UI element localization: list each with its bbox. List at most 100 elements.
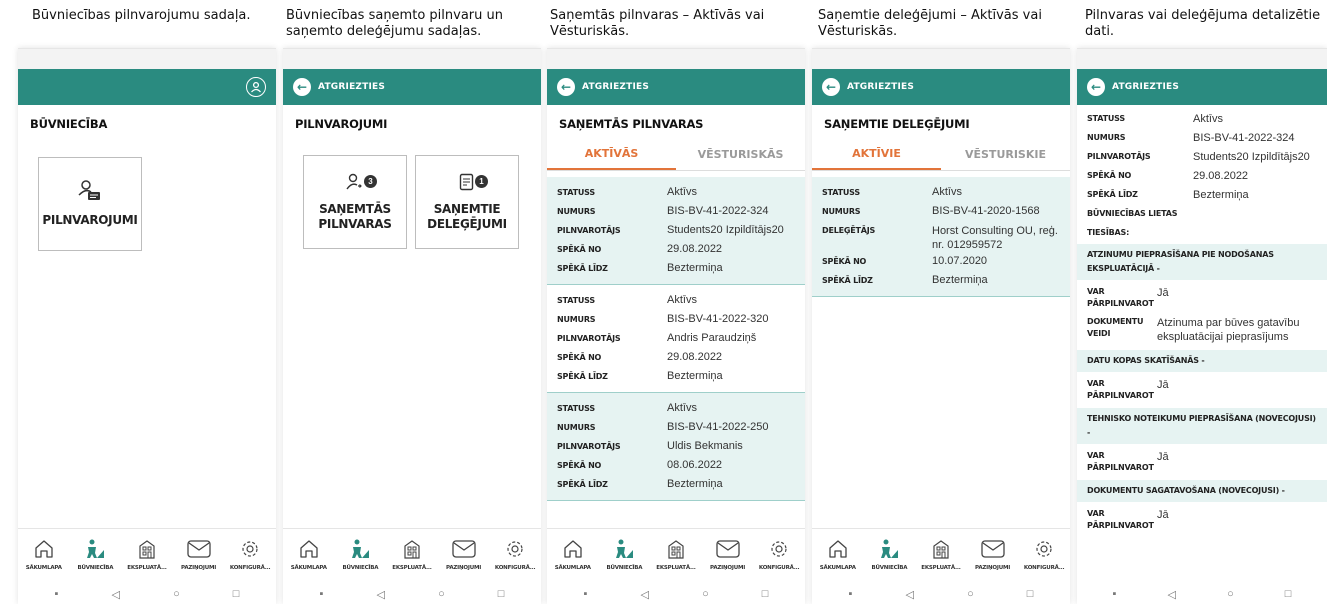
nav-label: SĀKUMLAPA <box>554 565 591 571</box>
field-label: DELEĢĒTĀJS <box>822 226 876 235</box>
tab-vesturiskie[interactable]: VĒSTURISKIE <box>941 139 1070 170</box>
nav-item-pazinojumi[interactable]: PAZIŅOJUMI <box>173 529 225 584</box>
pilnvarojumi-tile[interactable]: PILNVAROJUMI <box>38 157 142 251</box>
field-label: VAR PĀRPILNVAROT <box>1087 287 1154 308</box>
back-triangle-icon[interactable]: ◁ <box>641 588 649 601</box>
nav-item-ekspluatacija[interactable]: EKSPLUATĀ... <box>650 529 702 584</box>
nav-label: BŪVNIECĪBA <box>77 565 114 571</box>
nav-item-konfiguracija[interactable]: KONFIGURĀ... <box>224 529 276 584</box>
nav-item-pazinojumi[interactable]: PAZIŅOJUMI <box>702 529 754 584</box>
field-value: Horst Consulting OU, reģ. nr. 012959572 <box>932 225 1058 251</box>
nav-item-ekspluatacija[interactable]: EKSPLUATĀ... <box>386 529 438 584</box>
home-circle-icon[interactable]: ○ <box>967 588 974 600</box>
menu-dot-icon[interactable]: ▪ <box>584 588 588 600</box>
list-item[interactable]: STATUSS Aktīvs NUMURS BIS-BV-41-2022-324 P… <box>547 177 805 285</box>
field-value: BIS-BV-41-2022-320 <box>667 313 769 325</box>
building-icon <box>136 537 158 561</box>
back-triangle-icon[interactable]: ◁ <box>906 588 914 601</box>
mail-icon <box>186 537 212 561</box>
recents-square-icon[interactable]: □ <box>762 588 769 600</box>
nav-item-sakumlapa[interactable]: SĀKUMLAPA <box>812 529 864 584</box>
phone-screen-buvnieciba: BŪVNIECĪBA PILNVAROJUMI SĀKUMLAPA BŪVNIE… <box>18 48 276 604</box>
arrow-left-icon: ← <box>557 78 575 96</box>
list-item[interactable]: STATUSS Aktīvs NUMURS BIS-BV-41-2022-250 P… <box>547 393 805 501</box>
field-value: 29.08.2022 <box>667 351 723 363</box>
back-button[interactable]: ← ATGRIEZTIES <box>1087 78 1179 96</box>
nav-item-sakumlapa[interactable]: SĀKUMLAPA <box>18 529 70 584</box>
back-triangle-icon[interactable]: ◁ <box>112 588 120 601</box>
building-icon <box>665 537 687 561</box>
home-circle-icon[interactable]: ○ <box>702 588 709 600</box>
gear-icon <box>240 537 260 561</box>
field-value: BIS-BV-41-2022-324 <box>667 205 769 217</box>
field-label: SPĒKĀ LĪDZ <box>557 264 608 273</box>
nav-label: KONFIGURĀ... <box>229 565 271 571</box>
nav-item-konfiguracija[interactable]: KONFIGURĀ... <box>1018 529 1070 584</box>
home-circle-icon[interactable]: ○ <box>173 588 180 600</box>
home-icon <box>33 537 55 561</box>
menu-dot-icon[interactable]: ▪ <box>849 588 853 600</box>
recents-square-icon[interactable]: □ <box>233 588 240 600</box>
field-value: Aktīvs <box>667 294 697 306</box>
recents-square-icon[interactable]: □ <box>1285 588 1292 600</box>
bottom-nav: SĀKUMLAPA BŪVNIECĪBA EKSPLUATĀ... PAZIŅO… <box>18 528 276 584</box>
nav-item-buvnieciba[interactable]: BŪVNIECĪBA <box>70 529 122 584</box>
field-value: Jā <box>1157 287 1169 299</box>
back-button[interactable]: ← ATGRIEZTIES <box>293 78 385 96</box>
nav-label: SĀKUMLAPA <box>819 565 856 571</box>
menu-dot-icon[interactable]: ▪ <box>1113 588 1117 600</box>
bottom-nav: SĀKUMLAPA BŪVNIECĪBA EKSPLUATĀ... PAZIŅO… <box>283 528 541 584</box>
menu-dot-icon[interactable]: ▪ <box>320 588 324 600</box>
back-triangle-icon[interactable]: ◁ <box>1168 588 1176 601</box>
nav-item-ekspluatacija[interactable]: EKSPLUATĀ... <box>121 529 173 584</box>
list-item[interactable]: STATUSS Aktīvs NUMURS BIS-BV-41-2022-320 P… <box>547 285 805 393</box>
nav-item-sakumlapa[interactable]: SĀKUMLAPA <box>547 529 599 584</box>
nav-label: SĀKUMLAPA <box>290 565 327 571</box>
nav-item-sakumlapa[interactable]: SĀKUMLAPA <box>283 529 335 584</box>
tab-aktivas[interactable]: AKTĪVĀS <box>547 139 676 170</box>
rights-section-datu-kopas: DATU KOPAS SKATĪŠANĀS - <box>1077 350 1327 372</box>
field-value: BIS-BV-41-2022-324 <box>1193 132 1295 144</box>
nav-item-buvnieciba[interactable]: BŪVNIECĪBA <box>599 529 651 584</box>
menu-dot-icon[interactable]: ▪ <box>55 588 59 600</box>
pilnvaras-list: STATUSS Aktīvs NUMURS BIS-BV-41-2022-324 P… <box>547 177 805 528</box>
home-circle-icon[interactable]: ○ <box>1227 588 1234 600</box>
nav-item-konfiguracija[interactable]: KONFIGURĀ... <box>489 529 541 584</box>
field-label: SPĒKĀ NO <box>822 257 867 266</box>
field-label: SPĒKĀ LĪDZ <box>1087 190 1138 199</box>
nav-item-ekspluatacija[interactable]: EKSPLUATĀ... <box>915 529 967 584</box>
field-value: Beztermiņa <box>667 478 723 490</box>
tile-label-line1: SAŅEMTĀS <box>319 201 391 216</box>
nav-item-buvnieciba[interactable]: BŪVNIECĪBA <box>864 529 916 584</box>
home-circle-icon[interactable]: ○ <box>438 588 445 600</box>
recents-square-icon[interactable]: □ <box>1027 588 1034 600</box>
nav-item-buvnieciba[interactable]: BŪVNIECĪBA <box>335 529 387 584</box>
nav-label: EKSPLUATĀ... <box>127 565 167 571</box>
mail-icon <box>715 537 741 561</box>
caption-4: Saņemtie deleģējumi – Aktīvās vai Vēstur… <box>818 8 1042 39</box>
field-value: 29.08.2022 <box>1193 170 1249 182</box>
back-label: ATGRIEZTIES <box>847 82 915 92</box>
tab-vesturiskas[interactable]: VĒSTURISKĀS <box>676 139 805 170</box>
tab-aktivie[interactable]: AKTĪVIE <box>812 139 941 170</box>
recents-square-icon[interactable]: □ <box>498 588 505 600</box>
nav-item-pazinojumi[interactable]: PAZIŅOJUMI <box>967 529 1019 584</box>
system-nav-bar: ▪ ◁ ○ □ <box>1077 584 1327 604</box>
nav-item-pazinojumi[interactable]: PAZIŅOJUMI <box>438 529 490 584</box>
tile-label-line2: PILNVARAS <box>318 216 392 231</box>
back-triangle-icon[interactable]: ◁ <box>377 588 385 601</box>
back-button[interactable]: ← ATGRIEZTIES <box>557 78 649 96</box>
list-item[interactable]: STATUSS Aktīvs NUMURS BIS-BV-41-2020-1568 … <box>812 177 1070 297</box>
sanemtas-pilnvaras-tile[interactable]: 3 SAŅEMTĀS PILNVARAS <box>303 155 407 249</box>
tile-label-line1: SAŅEMTIE <box>433 201 501 216</box>
field-value: Beztermiņa <box>932 274 988 286</box>
tab-bar: AKTĪVIE VĒSTURISKIE <box>812 139 1070 171</box>
sanemtie-delegejumi-tile[interactable]: 1 SAŅEMTIE DELEĢĒJUMI <box>415 155 519 249</box>
nav-label: PAZIŅOJUMI <box>975 565 1011 571</box>
field-label: TIESĪBAS: <box>1087 228 1130 237</box>
user-profile-icon[interactable] <box>246 77 266 97</box>
field-value: 10.07.2020 <box>932 255 988 267</box>
field-value: Aktīvs <box>667 402 697 414</box>
nav-item-konfiguracija[interactable]: KONFIGURĀ... <box>753 529 805 584</box>
back-button[interactable]: ← ATGRIEZTIES <box>822 78 914 96</box>
